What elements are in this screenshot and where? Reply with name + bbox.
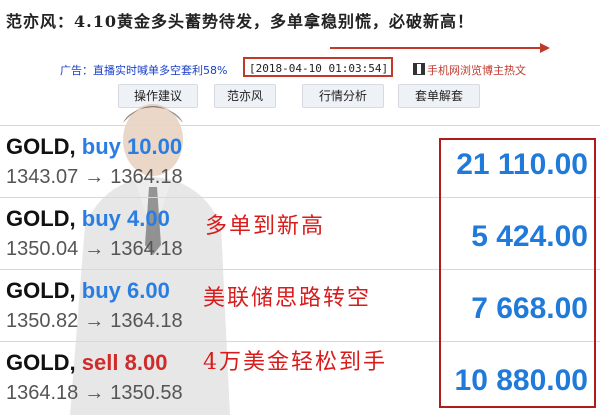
trade-action: buy 6.00: [81, 278, 170, 303]
trade-symbol: GOLD,: [6, 134, 76, 159]
trade-action: buy 4.00: [81, 206, 170, 231]
close-price: 1364.18: [110, 166, 183, 188]
arrow-right-icon: [330, 43, 550, 53]
open-price: 1343.07: [6, 166, 79, 188]
arrow-right-icon: →: [84, 166, 105, 188]
arrow-right-icon: →: [84, 310, 105, 332]
timestamp: [2018-04-10 01:03:54]: [243, 57, 393, 77]
close-price: 1364.18: [110, 238, 183, 260]
mobile-view-link[interactable]: 手机网浏览博主热文: [413, 62, 526, 78]
open-price: 1350.82: [6, 310, 79, 332]
close-price: 1364.18: [110, 310, 183, 332]
tab-unlock-trades[interactable]: 套单解套: [398, 84, 480, 108]
tab-market-analysis[interactable]: 行情分析: [302, 84, 384, 108]
trade-action: buy 10.00: [81, 134, 183, 159]
open-price: 1350.04: [6, 238, 79, 260]
trade-symbol: GOLD,: [6, 206, 76, 231]
close-price: 1350.58: [110, 382, 183, 404]
open-price: 1364.18: [6, 382, 79, 404]
slogan-new-high: 多单到新高: [205, 214, 326, 239]
trade-symbol: GOLD,: [6, 350, 76, 375]
trade-symbol: GOLD,: [6, 278, 76, 303]
qr-code-icon: [413, 63, 425, 75]
ad-link[interactable]: 广告：直播实时喊单多空套利58%: [60, 62, 227, 78]
mobile-view-label: 手机网浏览博主热文: [427, 64, 526, 77]
trade-action: sell 8.00: [81, 350, 168, 375]
slogan-profit: 4万美金轻松到手: [203, 350, 387, 375]
slogan-fed-turn: 美联储思路转空: [203, 286, 372, 311]
profit-highlight-box: [439, 138, 596, 408]
article-headline: 范亦风：4.10黄金多头蓄势待发，多单拿稳别慌，必破新高！: [6, 12, 474, 31]
arrow-right-icon: →: [84, 238, 105, 260]
arrow-right-icon: →: [84, 382, 105, 404]
